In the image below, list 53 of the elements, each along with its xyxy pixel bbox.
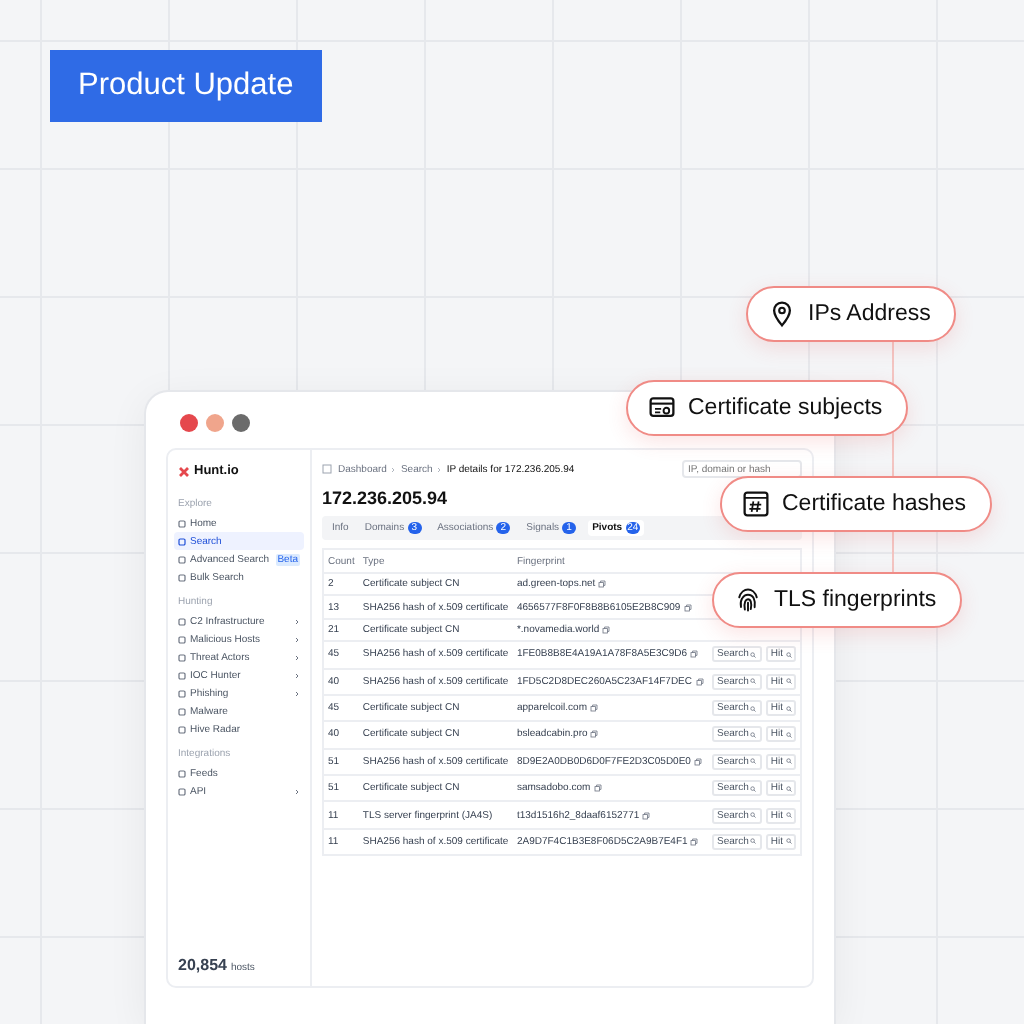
search-icon	[785, 785, 791, 792]
copy-icon	[642, 811, 651, 820]
square-icon	[178, 555, 186, 563]
square-icon	[178, 725, 186, 733]
search-icon	[785, 651, 791, 658]
menu-icon	[322, 464, 332, 474]
copy-icon	[690, 650, 699, 659]
host-count: 20,854	[178, 956, 227, 974]
feature-tag: TLS fingerprints	[712, 572, 963, 628]
copy-icon	[598, 580, 607, 589]
square-icon	[178, 787, 186, 795]
search-icon	[750, 758, 757, 765]
search-icon	[785, 705, 791, 712]
square-icon	[178, 671, 186, 679]
feature-tag: Certificate hashes	[720, 476, 993, 532]
square-icon	[178, 653, 186, 661]
certificate-icon	[648, 394, 676, 422]
search-icon	[750, 838, 757, 845]
search-icon	[785, 812, 791, 819]
search-icon	[785, 758, 791, 765]
copy-icon	[590, 730, 599, 739]
square-icon	[178, 573, 186, 581]
location-pin-icon	[768, 300, 796, 328]
search-icon	[750, 678, 757, 685]
fingerprint-icon	[734, 586, 762, 614]
feature-tag: IPs Address	[746, 286, 957, 342]
square-icon	[178, 617, 186, 625]
square-icon	[178, 519, 186, 527]
search-icon	[785, 838, 791, 845]
square-icon	[178, 707, 186, 715]
search-icon	[785, 678, 791, 685]
square-icon	[178, 769, 186, 777]
copy-icon	[693, 757, 702, 766]
search-icon	[750, 651, 757, 658]
copy-icon	[695, 677, 704, 686]
search-icon	[750, 785, 757, 792]
product-update-label: Product Update	[50, 50, 322, 122]
search-icon	[750, 705, 757, 712]
hash-icon	[742, 490, 770, 518]
square-icon	[178, 635, 186, 643]
logo-icon	[178, 465, 190, 477]
square-icon	[178, 689, 186, 697]
square-icon	[178, 537, 186, 545]
copy-icon	[683, 603, 692, 612]
search-icon	[750, 731, 757, 738]
copy-icon	[602, 625, 611, 634]
copy-icon	[590, 704, 598, 713]
copy-icon	[690, 837, 699, 846]
feature-tag: Certificate subjects	[626, 380, 909, 436]
search-icon	[750, 812, 757, 819]
ip-title: 172.236.205.94	[322, 488, 448, 508]
search-icon	[785, 731, 791, 738]
copy-icon	[593, 784, 602, 793]
